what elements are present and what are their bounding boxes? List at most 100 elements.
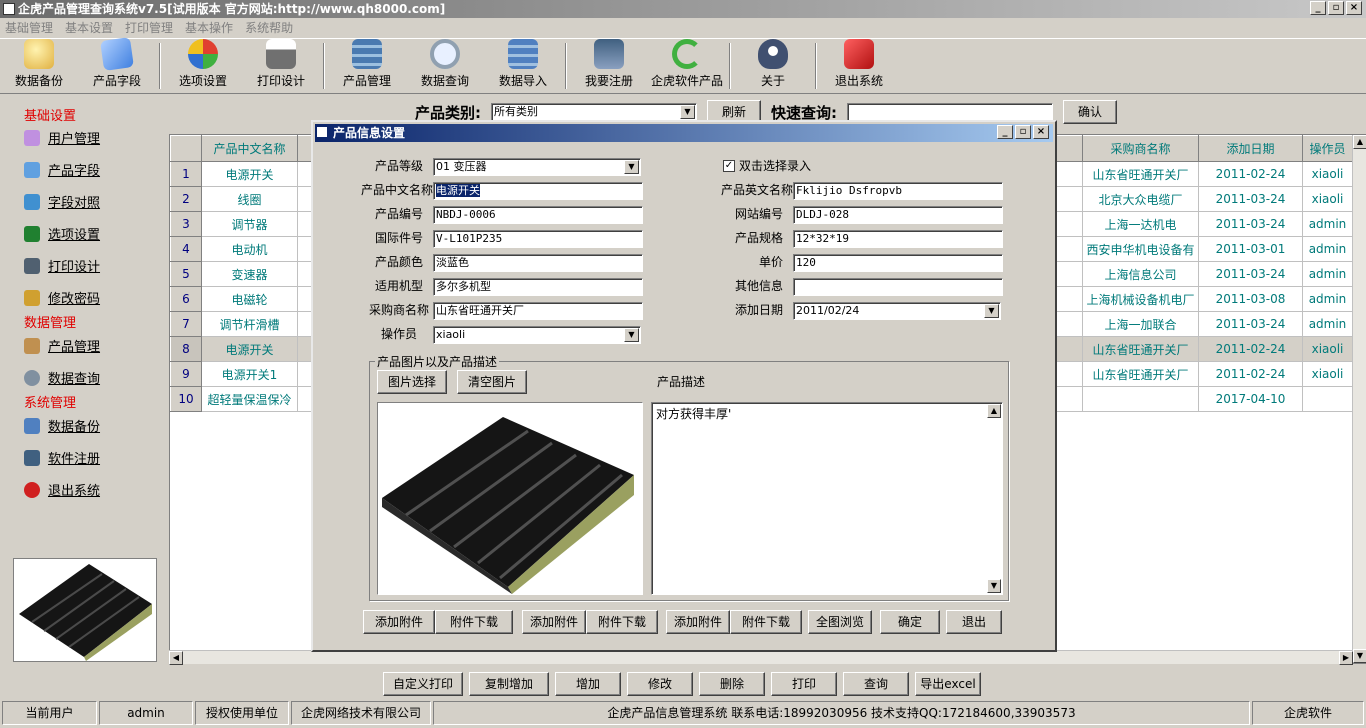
copy-add-button[interactable]: 复制增加 <box>469 672 549 696</box>
scroll-up-icon[interactable]: ▲ <box>1353 135 1366 149</box>
status-bar: 当前用户 admin 授权使用单位 企虎网络技术有限公司 企虎产品信息管理系统 … <box>0 700 1366 726</box>
column-header-name[interactable]: 产品中文名称 <box>201 135 298 162</box>
dblclick-checkbox[interactable]: ✓ <box>723 160 735 172</box>
toolbar-product-field-button[interactable]: 产品字段 <box>78 37 156 93</box>
cell-date: 2011-02-24 <box>1198 336 1303 362</box>
toolbar-exit-button[interactable]: 退出系统 <box>820 39 898 93</box>
sidebar-item-options[interactable]: 选项设置 <box>24 224 100 243</box>
sidebar-item-backup[interactable]: 数据备份 <box>24 416 100 435</box>
restore-button[interactable]: ▫ <box>1328 1 1344 15</box>
grid-horizontal-scrollbar[interactable]: ◀ ▶ <box>169 650 1353 665</box>
model-input[interactable]: 多尔多机型 <box>433 278 643 296</box>
grade-select[interactable]: 01 变压器 ▼ <box>433 158 641 176</box>
dialog-maximize-button[interactable]: ▫ <box>1015 125 1031 139</box>
sidebar-item-register[interactable]: 软件注册 <box>24 448 100 467</box>
cell-supplier: 山东省旺通开关厂 <box>1082 161 1199 187</box>
export-excel-button[interactable]: 导出excel <box>915 672 981 696</box>
menu-bar: 基础管理 基本设置 打印管理 基本操作 系统帮助 <box>0 18 1366 38</box>
pick-image-button[interactable]: 图片选择 <box>377 370 447 394</box>
toolbar-print-design-button[interactable]: 打印设计 <box>242 39 320 93</box>
en-name-input[interactable]: Fklijio Dsfropvb <box>793 182 1003 200</box>
toolbar-product-manage-button[interactable]: 产品管理 <box>328 39 406 93</box>
scroll-down-icon[interactable]: ▼ <box>1353 649 1366 663</box>
custom-print-button[interactable]: 自定义打印 <box>383 672 463 696</box>
clear-image-button[interactable]: 清空图片 <box>457 370 527 394</box>
cn-name-input[interactable]: 电源开关 <box>433 182 643 200</box>
web-code-input[interactable]: DLDJ-028 <box>793 206 1003 224</box>
sidebar-item-data-query[interactable]: 数据查询 <box>24 368 100 387</box>
download-attachment-button-1[interactable]: 附件下载 <box>435 610 513 634</box>
toolbar-backup-button[interactable]: 数据备份 <box>0 39 78 93</box>
sidebar-item-field-mapping[interactable]: 字段对照 <box>24 192 100 211</box>
sidebar-item-product-manage[interactable]: 产品管理 <box>24 336 100 355</box>
sidebar-item-exit[interactable]: 退出系统 <box>24 480 100 499</box>
grid-vertical-scrollbar[interactable]: ▲ ▼ <box>1352 135 1366 663</box>
add-attachment-button-3[interactable]: 添加附件 <box>666 610 730 634</box>
price-input[interactable]: 120 <box>793 254 1003 272</box>
menu-basic-ops[interactable]: 基本操作 <box>185 18 233 38</box>
scroll-right-icon[interactable]: ▶ <box>1339 651 1353 665</box>
sidebar-item-change-password[interactable]: 修改密码 <box>24 288 100 307</box>
column-header-supplier[interactable]: 采购商名称 <box>1082 135 1199 162</box>
menu-help[interactable]: 系统帮助 <box>245 18 293 38</box>
intl-input[interactable]: V-L101P235 <box>433 230 643 248</box>
minimize-button[interactable]: _ <box>1310 1 1326 15</box>
sidebar-item-product-field[interactable]: 产品字段 <box>24 160 100 179</box>
date-picker[interactable]: 2011/02/24 ▼ <box>793 302 1001 320</box>
toolbar-register-button[interactable]: 我要注册 <box>570 39 648 93</box>
ok-button[interactable]: 确定 <box>880 610 940 634</box>
toolbar-query-button[interactable]: 数据查询 <box>406 39 484 93</box>
full-image-button[interactable]: 全图浏览 <box>808 610 872 634</box>
cell-date: 2011-02-24 <box>1198 161 1303 187</box>
current-user-label: 当前用户 <box>2 701 97 725</box>
code-input[interactable]: NBDJ-0006 <box>433 206 643 224</box>
chevron-down-icon: ▼ <box>680 105 695 119</box>
dialog-close-button[interactable]: × <box>1033 125 1049 139</box>
sidebar-section-system: 系统管理 <box>24 396 77 411</box>
add-button[interactable]: 增加 <box>555 672 621 696</box>
menu-basic-manage[interactable]: 基础管理 <box>5 18 53 38</box>
confirm-search-button[interactable]: 确认 <box>1063 100 1117 124</box>
exit-dialog-button[interactable]: 退出 <box>946 610 1002 634</box>
column-header-date[interactable]: 添加日期 <box>1198 135 1303 162</box>
close-button[interactable]: × <box>1346 1 1362 15</box>
licensee-label: 授权使用单位 <box>195 701 289 725</box>
supplier-input[interactable]: 山东省旺通开关厂 <box>433 302 643 320</box>
code-label: 产品编号 <box>374 207 423 221</box>
other-input[interactable] <box>793 278 1003 296</box>
dialog-minimize-button[interactable]: _ <box>997 125 1013 139</box>
add-attachment-button-2[interactable]: 添加附件 <box>522 610 586 634</box>
edit-button[interactable]: 修改 <box>627 672 693 696</box>
sidebar-item-user-manage[interactable]: 用户管理 <box>24 128 100 147</box>
toolbar-import-button[interactable]: 数据导入 <box>484 39 562 93</box>
column-header-operator[interactable]: 操作员 <box>1302 135 1353 162</box>
category-select[interactable]: 所有类别 ▼ <box>491 103 697 121</box>
product-image[interactable] <box>377 402 643 595</box>
download-attachment-button-3[interactable]: 附件下载 <box>730 610 802 634</box>
spec-input[interactable]: 12*32*19 <box>793 230 1003 248</box>
printer-icon <box>24 257 40 274</box>
toolbar-options-button[interactable]: 选项设置 <box>164 39 242 93</box>
scroll-down-icon[interactable]: ▼ <box>987 579 1001 593</box>
scroll-up-icon[interactable]: ▲ <box>987 404 1001 418</box>
sidebar-item-print-design[interactable]: 打印设计 <box>24 256 100 275</box>
toolbar-about-button[interactable]: 关于 <box>734 39 812 93</box>
delete-button[interactable]: 删除 <box>699 672 765 696</box>
menu-basic-settings[interactable]: 基本设置 <box>65 18 113 38</box>
register-icon <box>594 39 624 69</box>
cell-supplier: 北京大众电缆厂 <box>1082 186 1199 212</box>
print-button[interactable]: 打印 <box>771 672 837 696</box>
cell-date: 2017-04-10 <box>1198 386 1303 412</box>
toolbar-products-button[interactable]: 企虎软件产品 <box>648 39 726 93</box>
menu-print-manage[interactable]: 打印管理 <box>125 18 173 38</box>
quick-search-input[interactable] <box>847 103 1053 121</box>
query-button[interactable]: 查询 <box>843 672 909 696</box>
scroll-left-icon[interactable]: ◀ <box>169 651 183 665</box>
color-input[interactable]: 淡蓝色 <box>433 254 643 272</box>
field-icon <box>24 161 40 178</box>
download-attachment-button-2[interactable]: 附件下载 <box>586 610 658 634</box>
desc-textarea[interactable]: 对方获得丰厚' ▲ ▼ <box>651 402 1003 595</box>
operator-select[interactable]: xiaoli ▼ <box>433 326 641 344</box>
row-number: 9 <box>170 361 202 387</box>
add-attachment-button-1[interactable]: 添加附件 <box>363 610 435 634</box>
